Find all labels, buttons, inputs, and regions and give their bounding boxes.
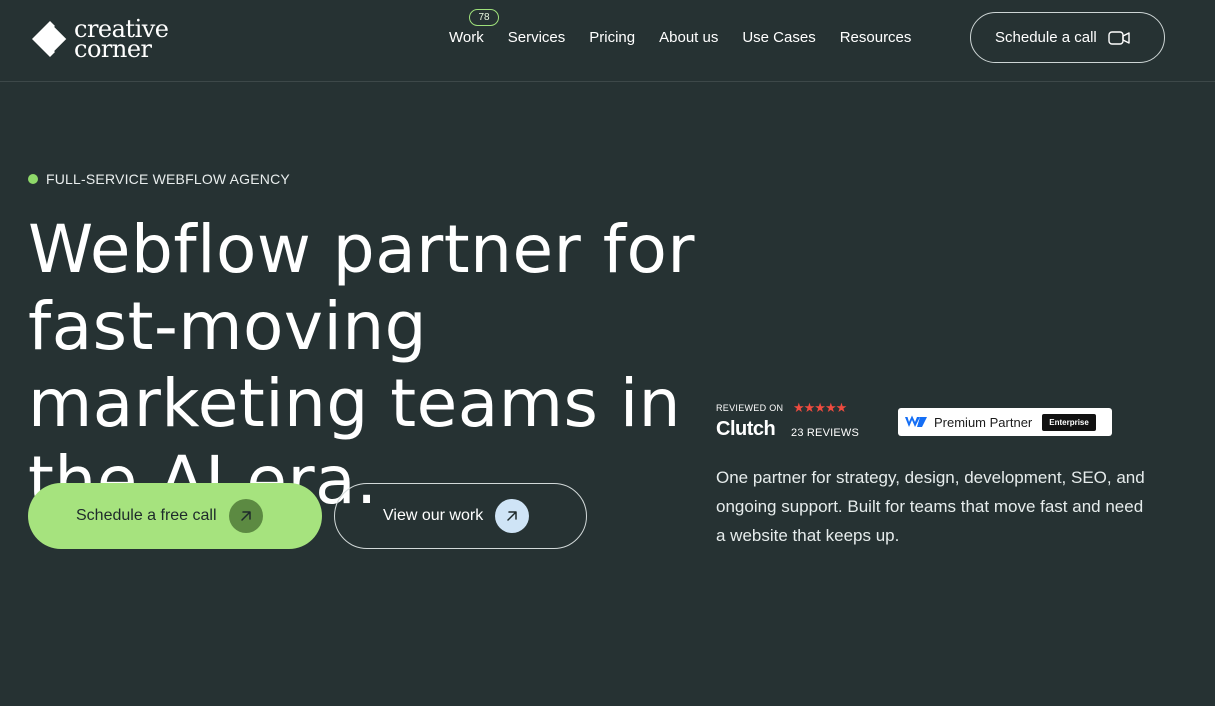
arrow-up-right-icon bbox=[228, 499, 263, 533]
clutch-logo: Clutch bbox=[716, 418, 776, 440]
site-header: creative corner 78 Work Services Pricing… bbox=[0, 0, 1215, 82]
nav-item-use-cases-label: Use Cases bbox=[742, 29, 816, 46]
nav-item-work-label: Work bbox=[449, 29, 484, 46]
nav-item-about-us[interactable]: About us bbox=[659, 28, 718, 48]
work-count-badge: 78 bbox=[469, 9, 499, 26]
eyebrow-text: FULL-SERVICE WEBFLOW AGENCY bbox=[46, 171, 290, 187]
status-dot-icon bbox=[28, 174, 38, 184]
nav-item-use-cases[interactable]: Use Cases bbox=[742, 28, 815, 48]
hero-headline: Webflow partner for fast-moving marketin… bbox=[28, 211, 695, 519]
nav-item-services-label: Services bbox=[507, 29, 566, 46]
nav-item-resources-label: Resources bbox=[839, 29, 912, 46]
logo-text: creative corner bbox=[74, 17, 169, 61]
nav-item-pricing-label: Pricing bbox=[589, 29, 636, 46]
arrow-up-right-icon bbox=[495, 499, 530, 533]
logo-diamond-icon bbox=[32, 21, 70, 57]
view-our-work-button[interactable]: View our work bbox=[334, 483, 587, 549]
clutch-star-rating: ★★★★★ bbox=[793, 400, 847, 415]
logo[interactable]: creative corner bbox=[28, 16, 178, 62]
nav-item-pricing[interactable]: Pricing bbox=[589, 28, 635, 48]
webflow-logo-icon bbox=[905, 415, 927, 427]
schedule-free-call-button[interactable]: Schedule a free call bbox=[28, 483, 322, 549]
webflow-premium-partner-badge[interactable]: Premium Partner Enterprise bbox=[898, 408, 1112, 436]
eyebrow: FULL-SERVICE WEBFLOW AGENCY bbox=[28, 171, 290, 187]
hero-description: One partner for strategy, design, develo… bbox=[716, 468, 1145, 545]
schedule-call-label: Schedule a call bbox=[995, 29, 1097, 46]
clutch-review-count: 23 REVIEWS bbox=[791, 427, 860, 439]
enterprise-tag: Enterprise bbox=[1042, 413, 1096, 431]
webflow-partner-label: Premium Partner bbox=[934, 414, 1033, 430]
video-camera-icon bbox=[1108, 30, 1130, 45]
nav-item-about-us-label: About us bbox=[659, 29, 719, 46]
main-nav: 78 Work Services Pricing About us Use Ca… bbox=[449, 9, 912, 48]
nav-item-services[interactable]: Services bbox=[508, 28, 566, 48]
nav-item-work[interactable]: 78 Work bbox=[449, 9, 499, 48]
clutch-reviewed-on: REVIEWED ON bbox=[716, 403, 784, 413]
schedule-free-call-label: Schedule a free call bbox=[76, 507, 217, 524]
nav-item-resources[interactable]: Resources bbox=[840, 28, 912, 48]
schedule-call-button[interactable]: Schedule a call bbox=[970, 12, 1165, 63]
clutch-review-badge[interactable]: REVIEWED ON ★★★★★ Clutch 23 REVIEWS bbox=[716, 400, 861, 442]
view-our-work-label: View our work bbox=[383, 507, 484, 524]
